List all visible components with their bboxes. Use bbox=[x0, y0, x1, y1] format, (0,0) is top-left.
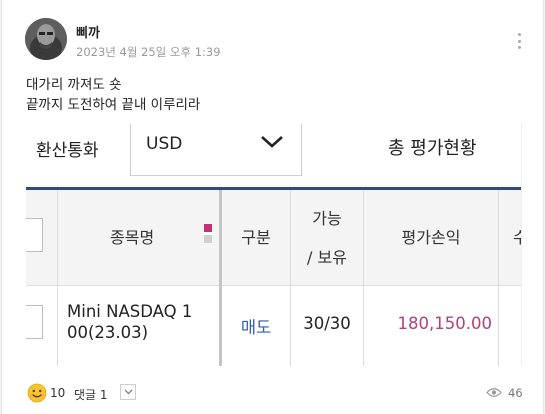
column-header-type: 구분 bbox=[241, 228, 271, 247]
column-header-qty-held: / 보유 bbox=[307, 248, 347, 267]
column-divider bbox=[363, 190, 364, 366]
post-card: 삐까 2023년 4월 25일 오후 1:39 대가리 까져도 숏 끝까지 도전… bbox=[1, 0, 544, 414]
author-name[interactable]: 삐까 bbox=[76, 22, 100, 41]
post-text: 대가리 까져도 숏 끝까지 도전하여 끝내 이루리라 bbox=[26, 75, 200, 115]
comment-toggle-button[interactable] bbox=[120, 384, 136, 400]
row-order-type: 매도 bbox=[240, 318, 272, 337]
sort-icon bbox=[204, 224, 212, 244]
column-header-partial: 수 bbox=[513, 224, 521, 248]
column-divider bbox=[498, 190, 499, 366]
row-pnl: 180,150.00 bbox=[397, 314, 492, 333]
row-quantity: 30/30 bbox=[303, 314, 351, 333]
chevron-down-icon bbox=[124, 389, 132, 395]
post-text-line: 끝까지 도전하여 끝내 이루리라 bbox=[26, 97, 201, 113]
currency-value: USD bbox=[146, 134, 183, 154]
column-divider bbox=[290, 190, 291, 366]
attached-screenshot[interactable]: 환산통화 USD 총 평가현황 종목명 구분 가능 / 보유 평가손익 수 bbox=[26, 124, 522, 366]
row-instrument-name: Mini NASDAQ 1 00(23.03) bbox=[67, 301, 192, 343]
smile-emoji-icon[interactable] bbox=[27, 383, 47, 403]
comment-count[interactable]: 댓글 1 bbox=[74, 386, 108, 403]
view-count: 46 bbox=[508, 386, 523, 400]
more-options-icon[interactable] bbox=[517, 33, 521, 49]
total-evaluation-label: 총 평가현황 bbox=[388, 138, 477, 159]
avatar[interactable] bbox=[25, 18, 67, 60]
currency-select: USD bbox=[130, 124, 302, 176]
instrument-name-line: Mini NASDAQ 1 bbox=[67, 302, 193, 321]
select-all-checkbox bbox=[26, 218, 43, 252]
column-header-name: 종목명 bbox=[110, 228, 155, 247]
row-checkbox bbox=[26, 305, 43, 339]
currency-row: 환산통화 USD 총 평가현황 bbox=[26, 124, 521, 188]
eye-icon bbox=[486, 388, 502, 397]
column-divider bbox=[57, 190, 58, 366]
column-header-pnl: 평가손익 bbox=[401, 228, 461, 247]
post-footer: 10 댓글 1 46 bbox=[2, 378, 545, 408]
column-divider bbox=[219, 190, 222, 366]
post-date: 2023년 4월 25일 오후 1:39 bbox=[76, 45, 221, 59]
reaction-count[interactable]: 10 bbox=[50, 386, 65, 400]
chevron-down-icon bbox=[261, 136, 283, 148]
column-header-qty-available: 가능 bbox=[312, 209, 342, 228]
instrument-name-line: 00(23.03) bbox=[67, 323, 149, 342]
currency-label: 환산통화 bbox=[36, 141, 99, 161]
post-text-line: 대가리 까져도 숏 bbox=[26, 77, 122, 93]
